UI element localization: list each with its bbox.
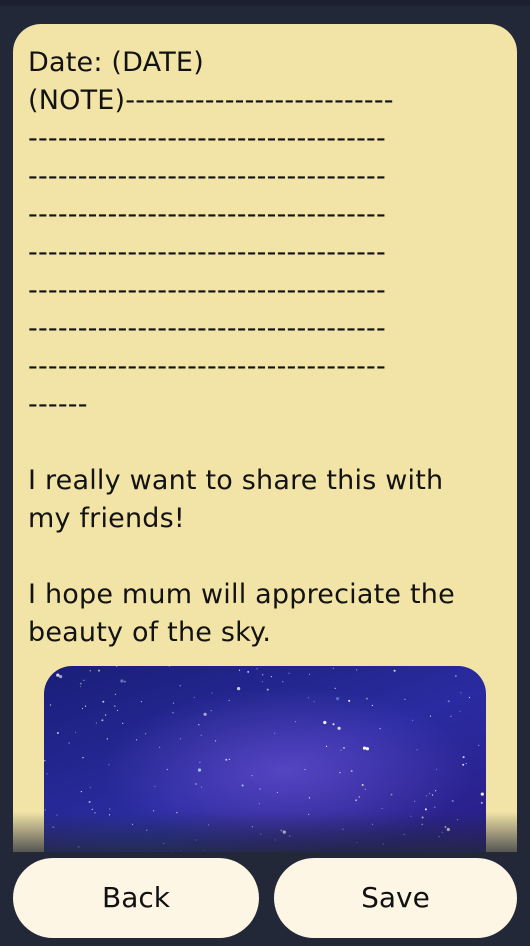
note-dash-line: ------------------------------------ xyxy=(28,161,386,192)
note-dash-line: ------------------------------------ xyxy=(28,123,386,154)
note-dash-line: ------------------------------------ xyxy=(28,275,386,306)
note-dash-line: ------------------------------------ xyxy=(28,351,386,382)
note-paragraph-line: my friends! xyxy=(28,503,185,534)
note-paragraph-line: I hope mum will appreciate the xyxy=(28,579,455,610)
note-title-line: (NOTE)--------------------------- xyxy=(28,85,394,116)
note-dash-line: ------------------------------------ xyxy=(28,313,386,344)
note-paragraph-line: beauty of the sky. xyxy=(28,617,272,648)
note-dash-line: ------ xyxy=(28,389,88,420)
note-screen: Date: (DATE) (NOTE)---------------------… xyxy=(0,0,530,946)
note-dash-line: ------------------------------------ xyxy=(28,237,386,268)
status-bar xyxy=(0,0,530,6)
note-body[interactable]: Date: (DATE) (NOTE)---------------------… xyxy=(28,44,498,652)
note-dash-line: ------------------------------------ xyxy=(28,199,386,230)
note-paragraph-line: I really want to share this with xyxy=(28,465,444,496)
save-button[interactable]: Save xyxy=(274,858,517,938)
bottom-button-bar: Back Save xyxy=(0,852,530,946)
back-button[interactable]: Back xyxy=(13,858,259,938)
note-date-line: Date: (DATE) xyxy=(28,47,204,78)
note-card[interactable]: Date: (DATE) (NOTE)---------------------… xyxy=(13,24,517,904)
